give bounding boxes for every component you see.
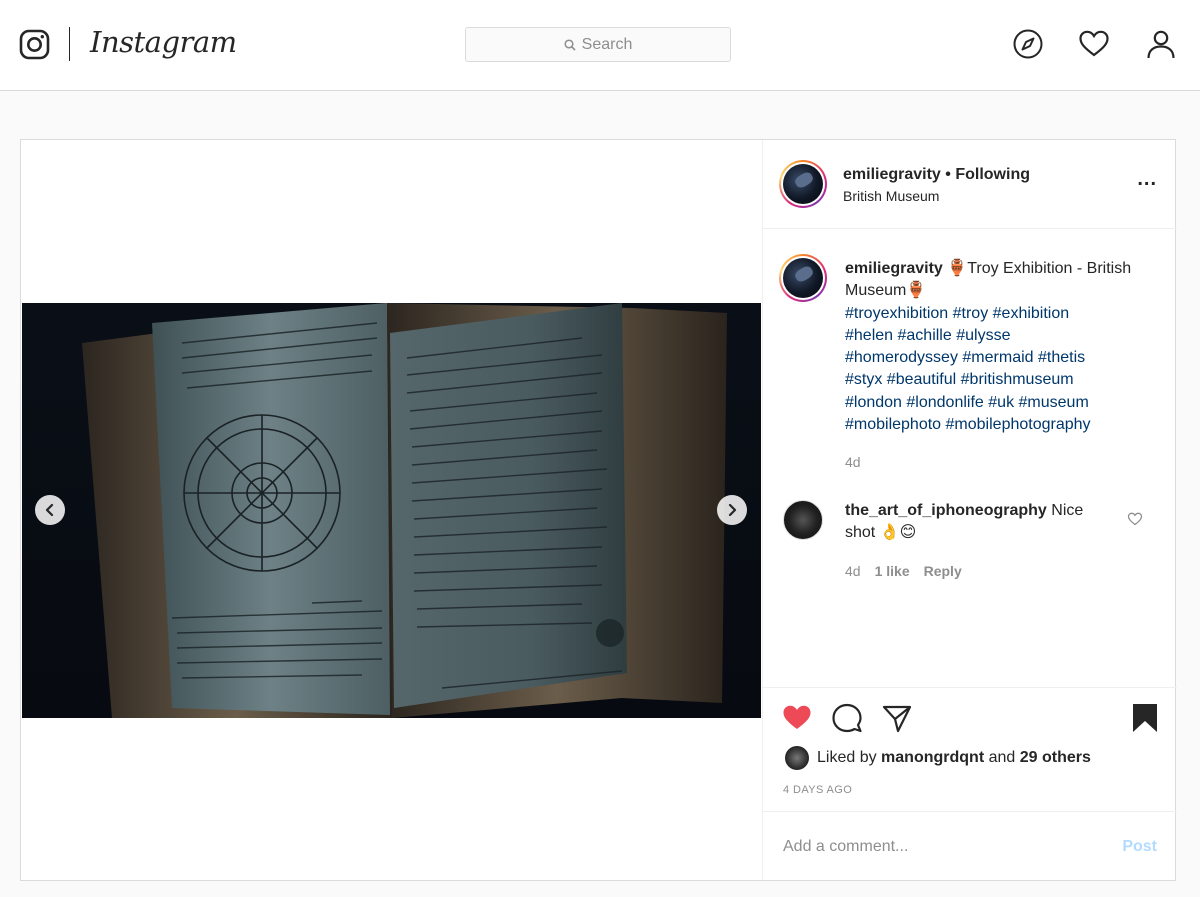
liker-avatar[interactable] — [785, 746, 809, 770]
search-box[interactable]: Search — [465, 27, 731, 62]
search-icon — [564, 38, 576, 51]
comment-meta: 4d 1 like Reply — [845, 563, 962, 579]
reply-button[interactable]: Reply — [924, 563, 962, 579]
search-placeholder-row: Search — [466, 28, 730, 61]
like-heart-icon[interactable] — [781, 702, 813, 734]
hashtag[interactable]: #styx — [845, 371, 882, 388]
save-bookmark-icon[interactable] — [1129, 702, 1161, 734]
hashtag[interactable]: #troyexhibition — [845, 305, 948, 322]
hashtag[interactable]: #uk — [988, 394, 1014, 411]
caption-author-avatar[interactable] — [779, 254, 827, 302]
more-options-button[interactable]: ... — [1137, 168, 1157, 191]
comment-likes-count[interactable]: 1 like — [875, 563, 910, 579]
likes-summary: Liked by manongrdqnt and 29 others — [785, 746, 1091, 770]
post-photo[interactable] — [22, 303, 761, 718]
author-line: emiliegravity • Following — [843, 166, 1030, 184]
comments-section: emiliegravity 🏺Troy Exhibition - British… — [763, 230, 1177, 686]
comment-timestamp[interactable]: 4d — [845, 563, 861, 579]
liked-by-prefix: Liked by — [817, 749, 877, 766]
next-photo-button[interactable] — [717, 495, 747, 525]
post-comment-button[interactable]: Post — [1122, 838, 1157, 856]
instagram-wordmark[interactable]: Instagram — [90, 25, 237, 59]
share-paper-plane-icon[interactable] — [881, 702, 913, 734]
chevron-right-icon — [728, 503, 737, 517]
previous-photo-button[interactable] — [35, 495, 65, 525]
post-caption: emiliegravity 🏺Troy Exhibition - British… — [845, 258, 1145, 436]
comment-like-heart-icon[interactable] — [1127, 511, 1143, 527]
hashtag[interactable]: #troy — [953, 305, 989, 322]
author-username[interactable]: emiliegravity — [843, 166, 941, 183]
instagram-logo-icon[interactable] — [19, 29, 50, 60]
post-sidebar: emiliegravity • Following British Museum… — [762, 140, 1177, 880]
hashtag[interactable]: #londonlife — [906, 394, 983, 411]
author-avatar[interactable] — [779, 160, 827, 208]
hashtag[interactable]: #ulysse — [956, 327, 1010, 344]
post-timestamp[interactable]: 4 DAYS AGO — [783, 784, 852, 796]
hashtag[interactable]: #mermaid — [962, 349, 1033, 366]
hashtag[interactable]: #museum — [1019, 394, 1089, 411]
search-placeholder: Search — [581, 35, 633, 53]
hashtag[interactable]: #exhibition — [993, 305, 1070, 322]
hashtag[interactable]: #beautiful — [887, 371, 956, 388]
comment-bubble-icon[interactable] — [831, 702, 863, 734]
commenter-username[interactable]: the_art_of_iphoneography — [845, 502, 1047, 519]
logo-divider — [69, 27, 70, 61]
hashtag[interactable]: #achille — [898, 327, 952, 344]
post-media-area — [21, 140, 762, 880]
profile-icon[interactable] — [1145, 28, 1177, 60]
liker-username[interactable]: manongrdqnt — [881, 749, 984, 766]
caption-timestamp[interactable]: 4d — [845, 454, 861, 470]
separator-dot: • — [945, 166, 951, 183]
caption-username[interactable]: emiliegravity — [845, 260, 943, 277]
add-comment-bar: Post — [763, 811, 1177, 880]
likes-others-link[interactable]: 29 others — [1020, 749, 1091, 766]
hashtag[interactable]: #helen — [845, 327, 893, 344]
post-card: emiliegravity • Following British Museum… — [20, 139, 1177, 881]
post-location[interactable]: British Museum — [843, 188, 939, 204]
hashtag[interactable]: #thetis — [1038, 349, 1085, 366]
hashtag[interactable]: #mobilephotography — [946, 416, 1091, 433]
post-author-header: emiliegravity • Following British Museum… — [763, 140, 1177, 229]
activity-heart-icon[interactable] — [1078, 28, 1110, 60]
likes-joiner: and — [988, 749, 1016, 766]
post-actions: Liked by manongrdqnt and 29 others 4 DAY… — [763, 687, 1177, 811]
add-comment-input[interactable] — [783, 834, 1083, 860]
commenter-avatar[interactable] — [783, 500, 823, 540]
hashtag[interactable]: #mobilephoto — [845, 416, 941, 433]
chevron-left-icon — [45, 503, 54, 517]
hashtag[interactable]: #homerodyssey — [845, 349, 958, 366]
top-nav-bar: Instagram Search — [0, 0, 1200, 91]
hashtag[interactable]: #britishmuseum — [961, 371, 1074, 388]
comment: the_art_of_iphoneography Nice shot 👌😊 — [845, 500, 1115, 544]
hashtag[interactable]: #london — [845, 394, 902, 411]
explore-compass-icon[interactable] — [1012, 28, 1044, 60]
following-button[interactable]: Following — [955, 166, 1030, 183]
